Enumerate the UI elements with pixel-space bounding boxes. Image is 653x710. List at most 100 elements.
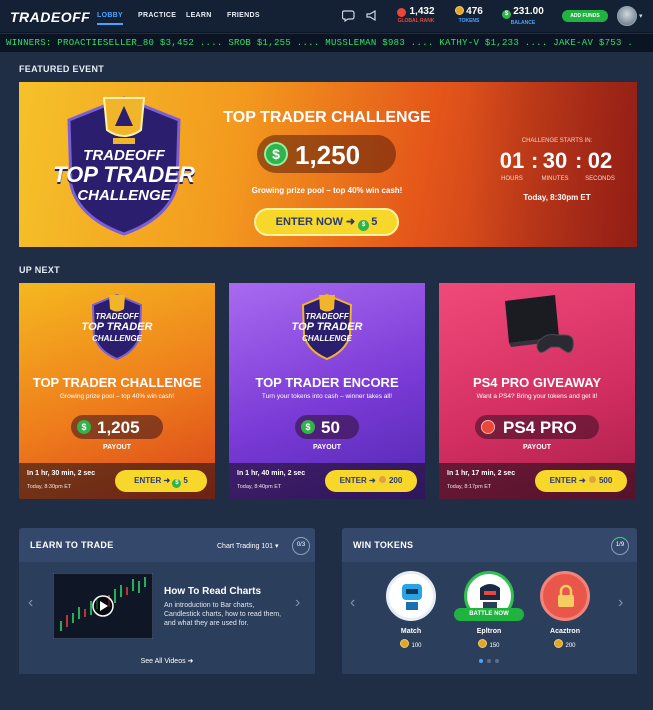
enter-label: ENTER ➜ (339, 476, 376, 485)
card-enter-button[interactable]: ENTER ➜ 500 (535, 470, 627, 492)
cash-icon: $ (77, 420, 91, 434)
event-card[interactable]: TRADEOFF TOP TRADER CHALLENGE TOP TRADER… (229, 283, 425, 499)
game-match[interactable] (386, 571, 436, 621)
course-progress: 0/3 (292, 537, 310, 555)
win-tokens-panel: WIN TOKENS 1/9 ‹ › Match 100 BATTLE NOW … (342, 528, 637, 674)
ps4-console-icon (505, 295, 574, 353)
minutes-label: MINUTES (541, 176, 569, 182)
chevron-left-icon[interactable]: ‹ (28, 594, 33, 612)
card-subtitle: Want a PS4? Bring your tokens and get it… (476, 393, 598, 400)
featured-logo-line3: CHALLENGE (77, 187, 171, 204)
winners-ticker: WINNERS: PROACTIESELLER_80 $3,452 .... S… (0, 34, 653, 52)
card-time-left: In 1 hr, 40 min, 2 sec (237, 470, 306, 477)
card-enter-button[interactable]: ENTER ➜ $5 (115, 470, 207, 492)
token-icon (377, 475, 387, 484)
enter-now-button[interactable]: ENTER NOW ➜ $5 (254, 208, 399, 236)
token-icon (587, 475, 597, 484)
featured-prize: 1,250 (295, 140, 361, 170)
card-payout-label: PAYOUT (102, 444, 131, 451)
top-bar: TRADEOFF LOBBY PRACTICE LEARN FRIENDS 1,… (0, 0, 653, 33)
video-description: An introduction to Bar charts, Candlesti… (164, 602, 282, 627)
countdown-hours: 01 (499, 148, 525, 173)
countdown-seconds: 02 (587, 148, 613, 173)
carousel-dot-active[interactable] (479, 659, 483, 663)
countdown-label: CHALLENGE STARTS IN: (521, 138, 593, 144)
card-prize: 50 (321, 418, 340, 437)
card-title: TOP TRADER CHALLENGE (32, 375, 202, 390)
game-acaztron[interactable] (540, 571, 590, 621)
featured-event-banner[interactable]: TRADEOFF TOP TRADER CHALLENGE TOP TRADER… (19, 82, 637, 247)
card-date: Today, 8:17pm ET (447, 484, 492, 490)
card-payout-label: PAYOUT (522, 444, 551, 451)
event-card[interactable]: TRADEOFF TOP TRADER CHALLENGE TOP TRADER… (19, 283, 215, 499)
video-title[interactable]: How To Read Charts (164, 586, 261, 597)
lock-icon (558, 584, 574, 607)
featured-prize-pill: $ 1,250 (257, 135, 396, 173)
featured-title: TOP TRADER CHALLENGE (223, 109, 431, 126)
featured-logo-line1: TRADEOFF (83, 147, 165, 164)
tokens-value: 476 (466, 6, 483, 17)
card-enter-button[interactable]: ENTER ➜ 200 (325, 470, 417, 492)
card-logo-line3: CHALLENGE (92, 334, 142, 343)
game-reward: 200 (540, 639, 590, 649)
reward-value: 150 (489, 643, 500, 649)
card-prize-pill: $ 1,205 (71, 415, 163, 439)
card-prize: 1,205 (97, 418, 140, 437)
nav-practice[interactable]: PRACTICE (138, 12, 176, 19)
token-icon (400, 639, 410, 648)
chevron-right-icon[interactable]: › (295, 594, 300, 612)
balance-stat[interactable]: $231.00 BALANCE (500, 6, 546, 26)
add-funds-button[interactable]: ADD FUNDS (562, 10, 608, 22)
game-reward: 100 (386, 639, 436, 649)
card-date: Today, 8:40pm ET (237, 484, 282, 490)
card-prize-pill: PS4 PRO (475, 415, 599, 439)
balance-value: 231.00 (513, 6, 544, 17)
reward-value: 100 (411, 643, 422, 649)
chevron-left-icon[interactable]: ‹ (350, 594, 355, 612)
battle-now-button[interactable]: BATTLE NOW (454, 608, 524, 621)
cash-icon: $ (264, 142, 288, 166)
reward-value: 200 (565, 643, 576, 649)
see-all-videos-link[interactable]: See All Videos ➜ (19, 657, 315, 665)
chevron-down-icon[interactable]: ▾ (639, 12, 643, 20)
nav-friends[interactable]: FRIENDS (227, 12, 260, 19)
tokens-stat[interactable]: 476 TOKENS (451, 6, 487, 24)
balance-label: BALANCE (510, 20, 536, 26)
carousel-dot[interactable] (487, 659, 491, 663)
card-logo-line3: CHALLENGE (302, 334, 352, 343)
card-prize-pill: $ 50 (295, 415, 359, 439)
chat-icon[interactable] (342, 9, 356, 22)
featured-logo-line2: TOP TRADER (53, 162, 195, 187)
learn-to-trade-panel: LEARN TO TRADE Chart Trading 101 ▾ 0/3 ‹… (19, 528, 315, 674)
avatar[interactable] (617, 6, 637, 26)
card-logo-line1: TRADEOFF (95, 312, 139, 321)
card-entry: 200 (388, 476, 403, 485)
card-subtitle: Growing prize pool – top 40% win cash! (59, 393, 175, 400)
game-name: Match (400, 628, 422, 635)
up-next-section-title: UP NEXT (19, 265, 60, 275)
carousel-dot[interactable] (495, 659, 499, 663)
global-rank-stat[interactable]: 1,432 GLOBAL RANK (395, 6, 437, 24)
video-thumbnail[interactable] (53, 573, 153, 639)
course-select[interactable]: Chart Trading 101 ▾ (217, 542, 279, 550)
event-card[interactable]: PS4 PRO GIVEAWAY Want a PS4? Bring your … (439, 283, 635, 499)
featured-section-title: FEATURED EVENT (19, 64, 105, 74)
game-name: Acaztron (550, 628, 580, 635)
card-date: Today, 8:30pm ET (27, 484, 72, 490)
card-logo-line2: TOP TRADER (291, 321, 363, 333)
token-icon (478, 639, 488, 648)
megaphone-icon[interactable] (366, 9, 378, 22)
card-time-left: In 1 hr, 17 min, 2 sec (447, 470, 516, 477)
nav-learn[interactable]: LEARN (186, 12, 212, 19)
app-logo[interactable]: TRADEOFF (10, 9, 90, 25)
card-logo-line2: TOP TRADER (81, 321, 153, 333)
game-name: Epltron (476, 628, 502, 635)
chevron-down-icon: ▾ (275, 543, 279, 550)
seconds-label: SECONDS (585, 176, 615, 182)
countdown-minutes: 30 (542, 148, 568, 173)
chevron-right-icon[interactable]: › (618, 594, 623, 612)
course-name: Chart Trading 101 (217, 543, 274, 550)
rank-label: GLOBAL RANK (397, 18, 435, 24)
nav-lobby[interactable]: LOBBY (97, 12, 123, 25)
card-prize: PS4 PRO (503, 418, 577, 437)
